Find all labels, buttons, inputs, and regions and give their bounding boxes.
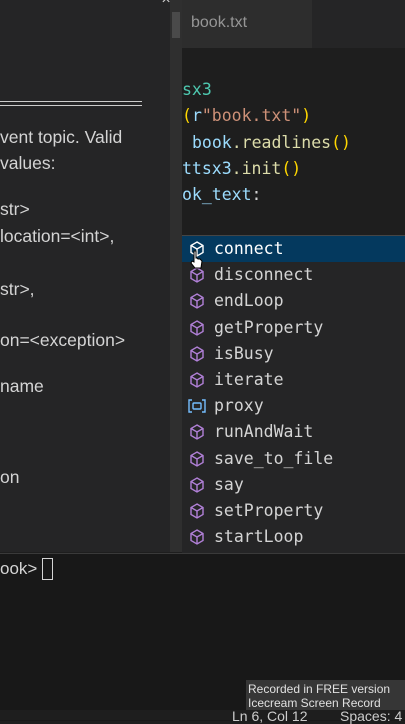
terminal-cursor <box>42 558 53 580</box>
suggestion-item[interactable]: isBusy <box>182 341 405 367</box>
doc-line: str> <box>0 199 30 219</box>
suggestion-item[interactable]: setProperty <box>182 498 405 524</box>
editor-tab-bar: book.txt <box>182 0 405 48</box>
doc-line: on <box>0 467 20 487</box>
recording-watermark: Recorded in FREE version Icecream Screen… <box>246 680 405 710</box>
method-icon <box>188 502 206 520</box>
code-token: ok_text <box>182 185 252 204</box>
doc-line: on=<exception> <box>0 330 126 350</box>
code-token: ttsx3 <box>182 159 232 178</box>
status-bar: Ln 6, Col 12 Spaces: 4 <box>0 708 405 724</box>
code-token: r <box>191 106 202 125</box>
suggestion-item[interactable]: disconnect <box>182 262 405 288</box>
code-token: .init <box>231 159 282 178</box>
doc-line: name <box>0 376 44 396</box>
variable-icon <box>188 397 206 415</box>
code-line: sx3 <box>182 80 212 99</box>
tab-label: book.txt <box>191 14 248 31</box>
code-token: book <box>192 133 232 152</box>
suggestion-label: endLoop <box>214 291 284 311</box>
suggestion-label: connect <box>214 239 284 258</box>
method-icon <box>188 450 206 468</box>
suggestion-label: setProperty <box>214 501 324 520</box>
code-token: ( <box>182 106 192 125</box>
suggestion-item[interactable]: startLoop <box>182 524 405 550</box>
suggestion-item[interactable]: iterate <box>182 367 405 393</box>
doc-line: values: <box>0 153 56 173</box>
code-token: ) <box>301 106 312 125</box>
tab-book-txt[interactable]: book.txt <box>182 0 313 48</box>
suggestion-item[interactable]: proxy <box>182 393 405 419</box>
doc-divider <box>0 101 142 106</box>
suggestion-label: say <box>214 474 244 494</box>
code-token: : <box>251 185 262 204</box>
panel-scrollbar[interactable] <box>170 0 182 552</box>
documentation-panel: × vent topic. Valid values: str> locatio… <box>0 0 170 552</box>
code-token: "book.txt" <box>201 106 302 125</box>
code-line: ok_text: <box>182 185 261 204</box>
suggestion-label: runAndWait <box>214 422 314 442</box>
method-icon <box>188 319 206 337</box>
watermark-line: Icecream Screen Record <box>248 696 381 710</box>
suggestion-label: proxy <box>214 396 264 416</box>
suggestion-label: disconnect <box>214 265 314 285</box>
code-line: (r"book.txt") <box>182 106 311 125</box>
code-line: book.readlines() <box>192 133 351 152</box>
method-icon <box>188 345 206 363</box>
indentation-setting[interactable]: Spaces: 4 <box>340 708 402 724</box>
scrollbar-thumb[interactable] <box>172 12 180 38</box>
method-icon <box>188 292 206 310</box>
terminal-prompt: ook> <box>0 559 38 578</box>
suggestion-item[interactable]: endLoop <box>182 288 405 314</box>
code-token: sx3 <box>182 80 212 99</box>
method-icon <box>188 371 206 389</box>
suggestion-label: iterate <box>214 370 284 389</box>
suggestion-item[interactable]: save_to_file <box>182 446 405 472</box>
doc-line: location=<int>, <box>0 226 115 246</box>
suggestion-widget: connect disconnect endLoop getProperty isBus… <box>182 235 405 554</box>
suggestion-label: startLoop <box>214 527 304 547</box>
doc-line: str>, <box>0 279 35 299</box>
mouse-pointer-icon <box>190 250 203 269</box>
suggestion-item[interactable]: connect <box>182 236 405 262</box>
suggestion-item[interactable]: getProperty <box>182 315 405 341</box>
method-icon <box>188 476 206 494</box>
suggestion-item[interactable]: runAndWait <box>182 419 405 445</box>
watermark-line: Recorded in FREE version <box>248 682 391 696</box>
code-token: .readlines <box>231 133 332 152</box>
code-token: () <box>331 133 351 152</box>
suggestion-label: save_to_file <box>214 448 334 468</box>
method-icon <box>188 528 206 546</box>
doc-line: vent topic. Valid <box>0 127 123 147</box>
close-icon[interactable]: × <box>158 0 170 8</box>
vscode-window: × vent topic. Valid values: str> locatio… <box>0 0 405 724</box>
suggestion-label: getProperty <box>214 317 324 337</box>
suggestion-item[interactable]: say <box>182 472 405 498</box>
method-icon <box>188 423 206 441</box>
cursor-position[interactable]: Ln 6, Col 12 <box>232 708 308 724</box>
suggestion-label: isBusy <box>214 343 274 363</box>
code-token: () <box>281 159 302 178</box>
code-line: ttsx3.init() <box>182 159 301 178</box>
